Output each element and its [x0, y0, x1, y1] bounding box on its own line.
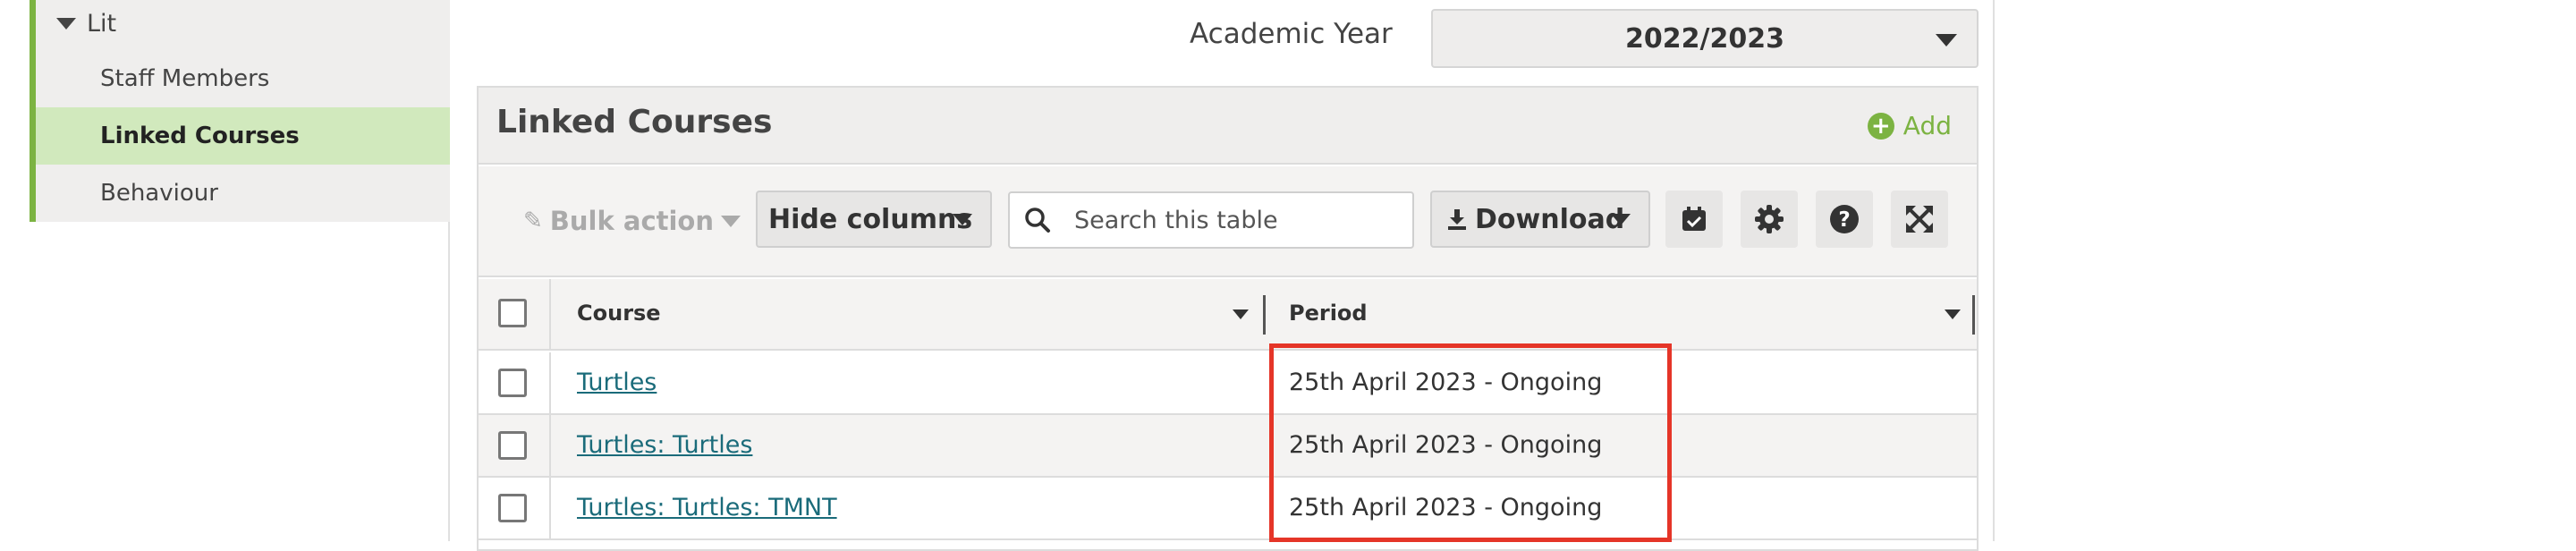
row-checkbox[interactable]	[498, 369, 527, 397]
academic-year-label: Academic Year	[1190, 18, 1393, 50]
course-link[interactable]: Turtles: Turtles: TMNT	[577, 494, 837, 521]
table-row: Turtles: Turtles: TMNT 25th April 2023 -…	[479, 478, 1977, 540]
bulk-action-label: Bulk action	[549, 206, 715, 236]
caret-down-icon[interactable]	[1233, 309, 1249, 319]
help-button[interactable]: ?	[1816, 191, 1873, 248]
table-search[interactable]	[1008, 191, 1414, 249]
caret-down-icon	[953, 214, 972, 225]
calendar-check-icon	[1682, 207, 1706, 231]
sidebar-active-indicator	[30, 0, 36, 222]
column-resize-handle[interactable]	[1972, 295, 1975, 335]
row-checkbox[interactable]	[498, 494, 527, 522]
search-icon	[1025, 208, 1050, 233]
table-toolbar: ✎ Bulk action Hide columns Download	[479, 166, 1977, 277]
panel-header: Linked Courses + Add	[479, 88, 1977, 165]
sidebar: Lit Staff Members Linked Courses Behavio…	[30, 0, 450, 541]
download-button[interactable]: Download	[1430, 191, 1650, 248]
caret-down-icon[interactable]	[1945, 309, 1961, 319]
column-divider	[549, 352, 551, 413]
course-link[interactable]: Turtles: Turtles	[577, 431, 752, 459]
linked-courses-panel: Linked Courses + Add ✎ Bulk action Hide …	[477, 86, 1979, 551]
panel-title: Linked Courses	[496, 104, 773, 140]
pencil-icon: ✎	[523, 208, 543, 234]
course-link[interactable]: Turtles	[577, 369, 657, 396]
column-header-period[interactable]: Period	[1289, 301, 1368, 326]
column-resize-handle[interactable]	[1263, 295, 1266, 335]
gear-icon	[1755, 205, 1784, 233]
sidebar-item-linked-courses[interactable]: Linked Courses	[36, 107, 450, 165]
column-divider	[549, 478, 551, 538]
sidebar-group-label: Lit	[87, 9, 117, 38]
sidebar-item-label: Linked Courses	[100, 123, 300, 149]
download-label: Download	[1475, 203, 1625, 235]
right-divider	[1993, 0, 1995, 541]
sidebar-group-toggle[interactable]: Lit	[56, 5, 116, 41]
academic-year-value: 2022/2023	[1625, 22, 1784, 55]
sidebar-item-label: Staff Members	[100, 65, 270, 92]
svg-text:?: ?	[1838, 208, 1850, 232]
bulk-action-button[interactable]: ✎ Bulk action	[523, 206, 741, 236]
fullscreen-button[interactable]	[1891, 191, 1948, 248]
caret-down-icon	[56, 17, 76, 30]
question-circle-icon: ?	[1830, 205, 1859, 233]
sidebar-item-staff-members[interactable]: Staff Members	[36, 50, 450, 107]
plus-circle-icon: +	[1867, 112, 1894, 140]
row-checkbox[interactable]	[498, 431, 527, 460]
search-input[interactable]	[1074, 206, 1378, 234]
hide-columns-button[interactable]: Hide columns	[756, 191, 992, 248]
caret-down-icon	[721, 215, 741, 227]
table-row: Turtles 25th April 2023 - Ongoing	[479, 352, 1977, 415]
highlight-box	[1269, 343, 1672, 542]
chevron-down-icon	[1936, 34, 1957, 47]
select-all-button[interactable]	[1665, 191, 1723, 248]
table-row: Turtles: Turtles 25th April 2023 - Ongoi…	[479, 415, 1977, 478]
add-button[interactable]: + Add	[1867, 111, 1952, 140]
download-icon	[1448, 209, 1466, 230]
sidebar-item-behaviour[interactable]: Behaviour	[36, 165, 450, 222]
column-divider	[549, 279, 551, 349]
expand-icon	[1906, 206, 1933, 233]
hide-columns-label: Hide columns	[768, 203, 973, 235]
select-all-checkbox[interactable]	[498, 299, 527, 327]
add-button-label: Add	[1902, 111, 1952, 140]
caret-down-icon	[1611, 214, 1631, 225]
column-divider	[549, 415, 551, 476]
table-header: Course Period	[479, 279, 1977, 351]
column-header-course[interactable]: Course	[577, 301, 661, 326]
settings-button[interactable]	[1741, 191, 1798, 248]
academic-year-select[interactable]: 2022/2023	[1431, 9, 1979, 68]
sidebar-item-label: Behaviour	[100, 180, 218, 207]
